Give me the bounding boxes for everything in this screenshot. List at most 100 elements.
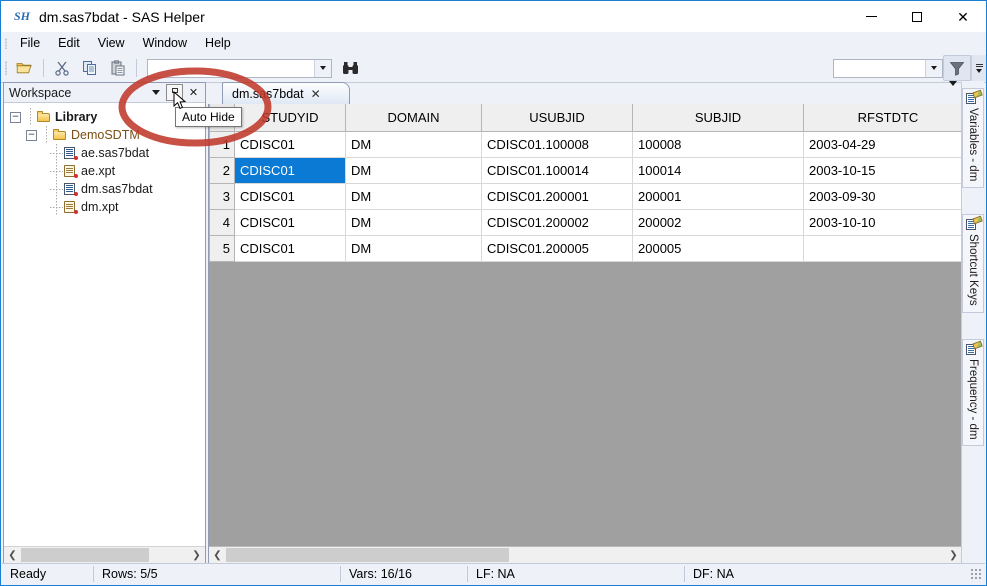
document-area: dm.sas7bdat ✕ STUDYID DOMAIN USUBJID SUB…: [208, 81, 963, 565]
cell-studyid[interactable]: CDISC01: [234, 131, 346, 158]
cell-rfstdtc[interactable]: 2003-10-15: [803, 157, 962, 184]
column-header-studyid[interactable]: STUDYID: [234, 104, 346, 132]
cell-domain[interactable]: DM: [345, 209, 482, 236]
menu-bar: File Edit View Window Help: [1, 32, 986, 54]
cell-subjid[interactable]: 100014: [632, 157, 804, 184]
row-number[interactable]: 4: [209, 209, 235, 236]
row-number[interactable]: 2: [209, 157, 235, 184]
column-header-rfstdtc[interactable]: RFSTDTC: [803, 104, 962, 132]
menu-drag-grip[interactable]: [1, 32, 11, 54]
column-header-domain[interactable]: DOMAIN: [345, 104, 482, 132]
minimize-button[interactable]: [848, 1, 894, 32]
cell-studyid[interactable]: CDISC01: [234, 209, 346, 236]
menu-item-help[interactable]: Help: [196, 33, 240, 53]
resize-grip-icon[interactable]: [970, 568, 982, 580]
cell-studyid[interactable]: CDISC01: [234, 235, 346, 262]
rail-tab-frequency[interactable]: Frequency - dm: [962, 338, 984, 447]
scroll-thumb[interactable]: [21, 548, 149, 562]
data-table: STUDYID DOMAIN USUBJID SUBJID RFSTDTC 1 …: [209, 104, 962, 262]
row-number[interactable]: 5: [209, 235, 235, 262]
data-grid: STUDYID DOMAIN USUBJID SUBJID RFSTDTC 1 …: [208, 104, 963, 565]
table-row[interactable]: 4 CDISC01 DM CDISC01.200002 200002 2003-…: [209, 209, 962, 236]
grid-scroll-track[interactable]: [226, 547, 945, 564]
expander-icon[interactable]: −: [26, 129, 37, 141]
cell-rfstdtc[interactable]: [803, 235, 962, 262]
column-header-subjid[interactable]: SUBJID: [632, 104, 804, 132]
cell-domain[interactable]: DM: [345, 183, 482, 210]
menu-item-edit[interactable]: Edit: [49, 33, 89, 53]
maximize-button[interactable]: [894, 1, 940, 32]
panel-menu-button[interactable]: [147, 84, 164, 101]
cell-usubjid[interactable]: CDISC01.200005: [481, 235, 633, 262]
toolbar-overflow-button[interactable]: [971, 55, 986, 81]
scroll-left-button[interactable]: ❮: [4, 547, 21, 564]
tree-node-dm-xpt[interactable]: dm.xpt: [10, 198, 205, 216]
expander-icon[interactable]: −: [10, 111, 21, 123]
scroll-track[interactable]: [21, 547, 188, 564]
copy-button[interactable]: [76, 55, 104, 81]
tree-node-demosdtm[interactable]: − DemoSDTM: [10, 126, 205, 144]
cell-domain[interactable]: DM: [345, 235, 482, 262]
row-number[interactable]: 1: [209, 131, 235, 158]
table-row[interactable]: 2 CDISC01 DM CDISC01.100014 100014 2003-…: [209, 157, 962, 184]
tab-list-button[interactable]: [949, 81, 957, 100]
grid-horizontal-scrollbar[interactable]: ❮ ❯: [209, 546, 962, 564]
table-row[interactable]: 5 CDISC01 DM CDISC01.200005 200005: [209, 235, 962, 262]
frequency-panel-icon: [966, 340, 983, 355]
cell-usubjid[interactable]: CDISC01.100014: [481, 157, 633, 184]
cut-button[interactable]: [48, 55, 76, 81]
grid-scroll-right-button[interactable]: ❯: [945, 547, 962, 564]
mouse-cursor-icon: [173, 90, 187, 111]
menu-item-file[interactable]: File: [11, 33, 49, 53]
scroll-right-button[interactable]: ❯: [188, 547, 205, 564]
table-row[interactable]: 1 CDISC01 DM CDISC01.100008 100008 2003-…: [209, 131, 962, 158]
find-button[interactable]: [336, 55, 364, 81]
toolbar-drag-grip[interactable]: [1, 55, 11, 81]
open-button[interactable]: [11, 55, 39, 81]
tree-node-ae-sas7bdat[interactable]: ae.sas7bdat: [10, 144, 205, 162]
menu-item-window[interactable]: Window: [134, 33, 196, 53]
cell-subjid[interactable]: 200002: [632, 209, 804, 236]
table-row[interactable]: 3 CDISC01 DM CDISC01.200001 200001 2003-…: [209, 183, 962, 210]
folder-icon: [53, 129, 67, 141]
application-window: SH dm.sas7bdat - SAS Helper ✕ File Edit …: [0, 0, 987, 586]
close-button[interactable]: ✕: [940, 1, 986, 32]
cell-usubjid[interactable]: CDISC01.200001: [481, 183, 633, 210]
cell-rfstdtc[interactable]: 2003-10-10: [803, 209, 962, 236]
title-bar: SH dm.sas7bdat - SAS Helper ✕: [1, 1, 986, 32]
row-number[interactable]: 3: [209, 183, 235, 210]
tree-node-dm-sas7bdat[interactable]: dm.sas7bdat: [10, 180, 205, 198]
cell-rfstdtc[interactable]: 2003-09-30: [803, 183, 962, 210]
menu-item-view[interactable]: View: [89, 33, 134, 53]
rail-tab-shortcut-keys[interactable]: Shortcut Keys: [962, 214, 984, 313]
workspace-horizontal-scrollbar[interactable]: ❮ ❯: [4, 546, 205, 564]
cell-rfstdtc[interactable]: 2003-04-29: [803, 131, 962, 158]
cell-usubjid[interactable]: CDISC01.100008: [481, 131, 633, 158]
panel-close-button[interactable]: ✕: [185, 84, 202, 101]
tree-node-ae-xpt[interactable]: ae.xpt: [10, 162, 205, 180]
cell-subjid[interactable]: 200005: [632, 235, 804, 262]
rail-tab-label: Variables - dm: [967, 108, 979, 182]
workspace-panel-title: Workspace: [9, 85, 72, 100]
filter-dropdown-arrow[interactable]: [925, 59, 942, 77]
cell-domain[interactable]: DM: [345, 131, 482, 158]
cut-scissors-icon: [55, 61, 69, 76]
search-dropdown-arrow[interactable]: [314, 59, 331, 77]
tab-dm-sas7bdat[interactable]: dm.sas7bdat ✕: [222, 82, 350, 104]
grid-scroll-thumb[interactable]: [226, 548, 509, 562]
grid-scroll-left-button[interactable]: ❮: [209, 547, 226, 564]
cell-subjid[interactable]: 200001: [632, 183, 804, 210]
tab-close-icon[interactable]: ✕: [311, 87, 321, 101]
cell-domain[interactable]: DM: [345, 157, 482, 184]
rail-tab-variables[interactable]: Variables - dm: [962, 88, 984, 189]
close-icon: ✕: [957, 8, 969, 25]
filter-button[interactable]: [943, 55, 971, 81]
search-combo[interactable]: [147, 58, 332, 78]
cell-usubjid[interactable]: CDISC01.200002: [481, 209, 633, 236]
cell-subjid[interactable]: 100008: [632, 131, 804, 158]
paste-button[interactable]: [104, 55, 132, 81]
cell-studyid-selected[interactable]: CDISC01: [234, 157, 346, 184]
column-header-usubjid[interactable]: USUBJID: [481, 104, 633, 132]
filter-combo[interactable]: [833, 58, 943, 78]
cell-studyid[interactable]: CDISC01: [234, 183, 346, 210]
